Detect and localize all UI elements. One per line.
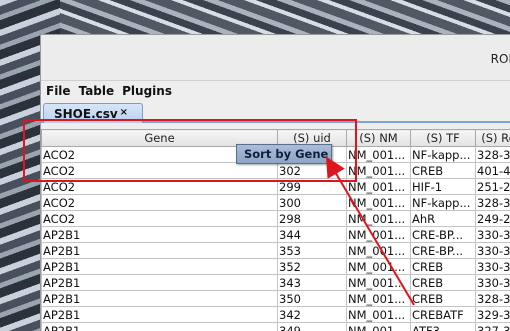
annotation-arrow [325, 156, 415, 306]
